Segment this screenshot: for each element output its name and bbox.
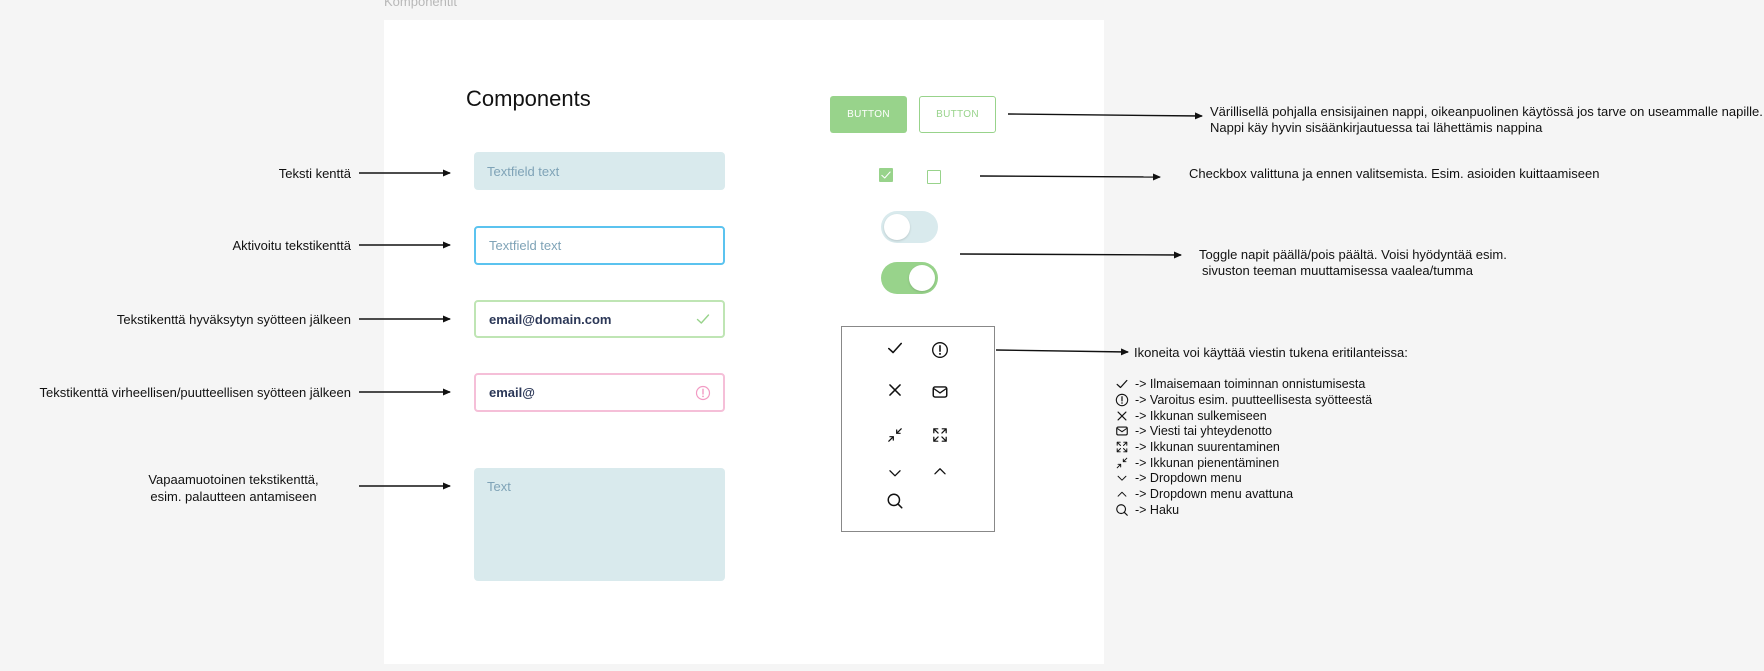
- arrow-buttons: [1007, 112, 1203, 120]
- arrow-checkboxes: [979, 173, 1161, 181]
- arrow-icons: [995, 348, 1129, 356]
- arrow-toggles: [959, 251, 1182, 259]
- annotation-arrows: [359, 112, 1203, 490]
